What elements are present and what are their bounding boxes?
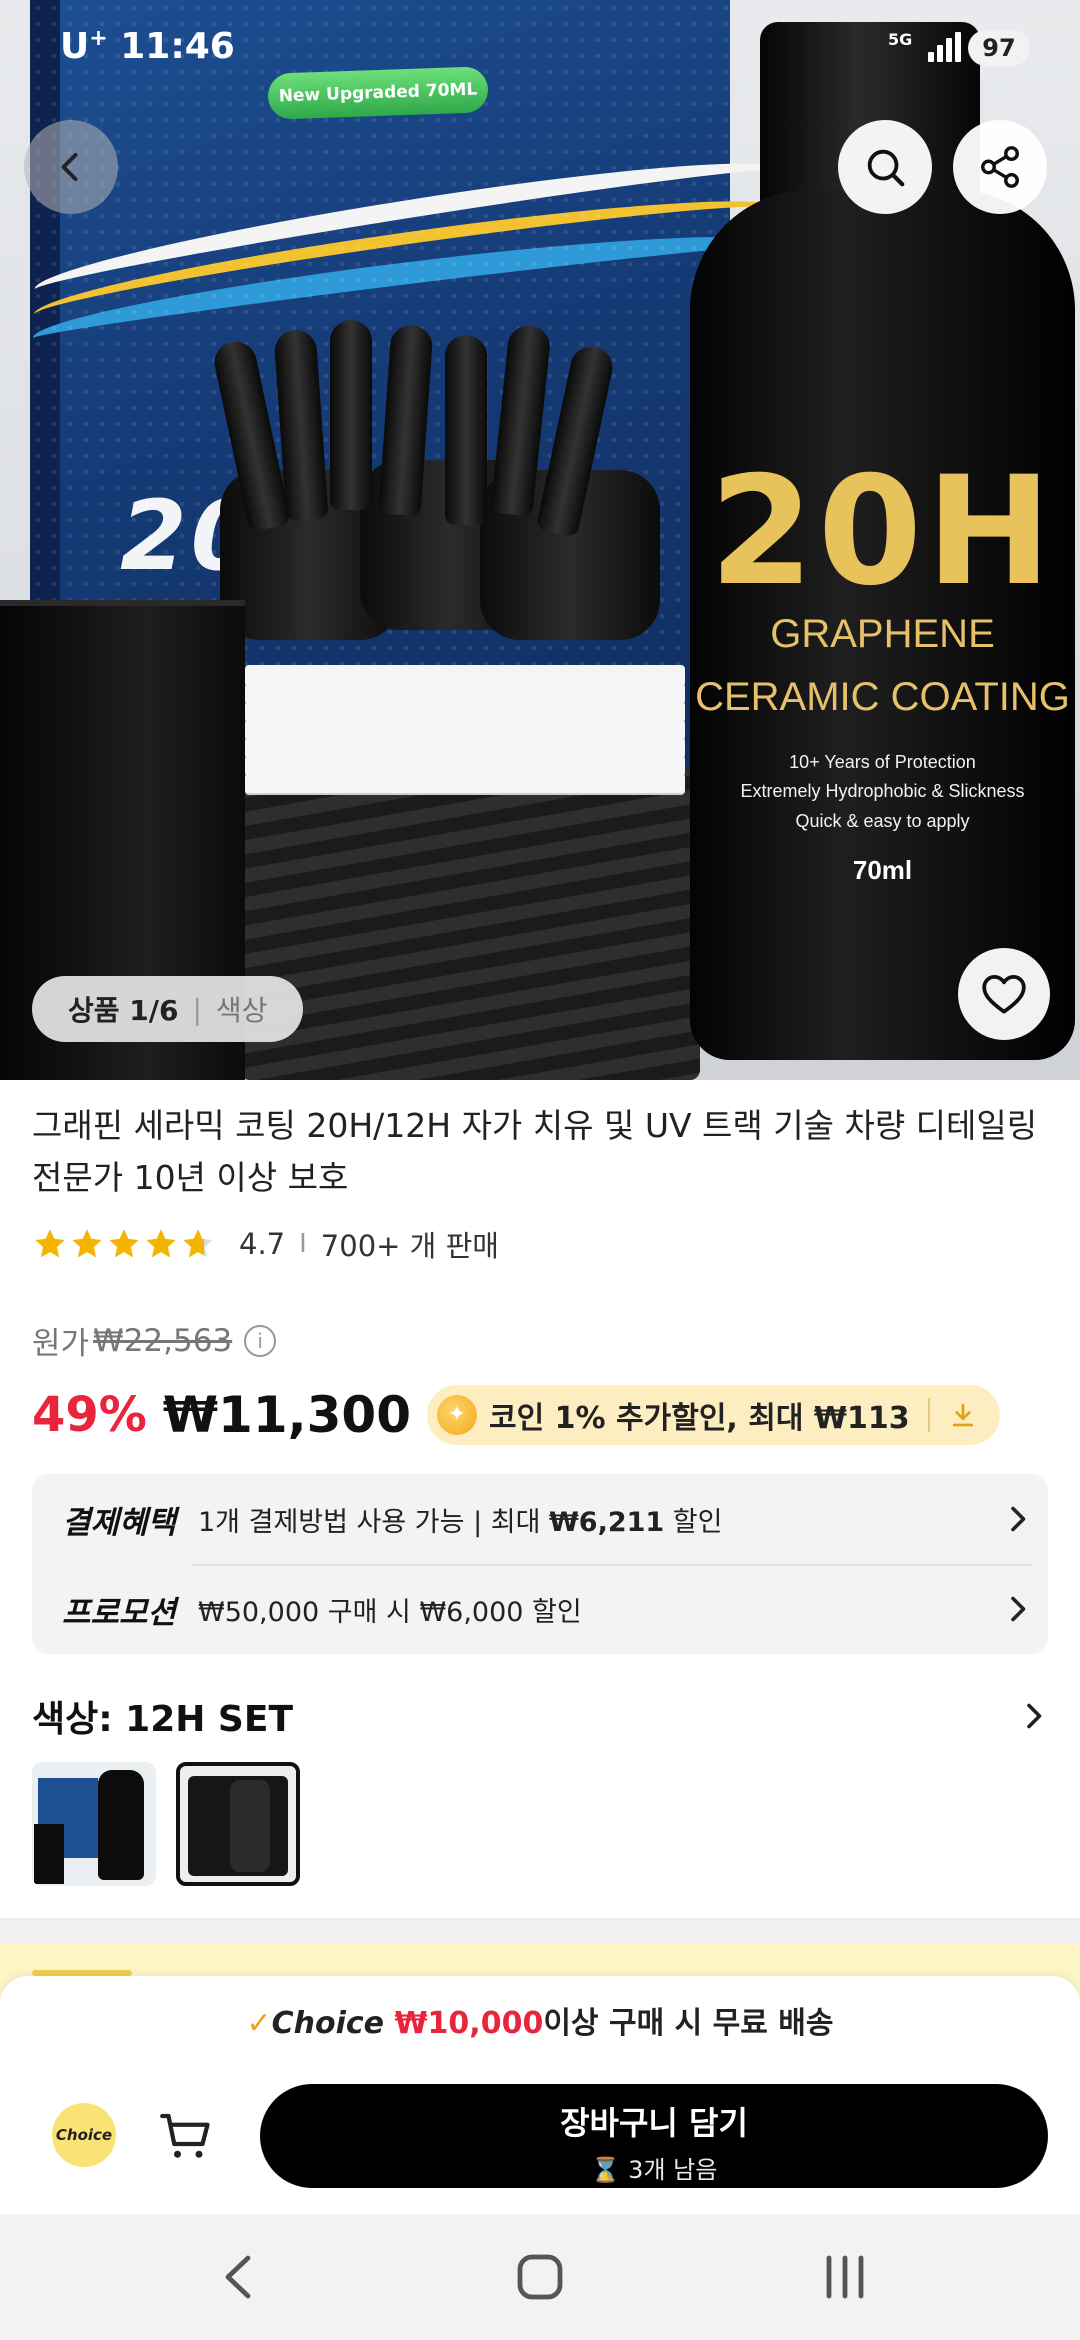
free-shipping-banner: ✓Choice ₩10,000이상 구매 시 무료 배송 [0, 1998, 1080, 2042]
choice-brand: Choice [271, 2006, 385, 2041]
nav-recent-icon[interactable] [815, 2252, 875, 2302]
original-price-row: 원가 ₩22,563 i [32, 1318, 277, 1363]
sale-price: ₩11,300 [162, 1386, 411, 1444]
discount-percent: 49% [32, 1387, 147, 1443]
download-icon [952, 1403, 973, 1427]
star-icon [183, 1229, 213, 1258]
star-icon [109, 1229, 139, 1258]
heart-icon [982, 975, 1026, 1014]
nav-home-icon[interactable] [510, 2252, 570, 2302]
back-button[interactable] [24, 120, 118, 214]
bottle-tag2: Extremely Hydrophobic & Slickness [740, 781, 1025, 801]
promotion-label: 프로모션 [62, 1594, 177, 1631]
network-indicator: 5G [888, 30, 913, 49]
free-shipping-text: 이상 구매 시 무료 배송 [543, 2006, 834, 2041]
price-row: 49% ₩11,300 ✦ 코인 1% 추가할인, 최대 ₩113 [32, 1380, 1000, 1450]
search-icon [867, 149, 905, 187]
payment-benefit-label: 결제혜택 [62, 1504, 177, 1541]
microfiber-towel-image [240, 770, 700, 1080]
star-icon [72, 1229, 102, 1258]
product-image-carousel[interactable]: 20H New Upgraded 70ML 20H [0, 0, 1080, 1080]
share-icon [981, 146, 1019, 188]
info-icon[interactable]: i [244, 1324, 277, 1357]
section-gap [0, 1918, 1080, 1944]
cloths-image [245, 665, 685, 815]
cart-icon[interactable] [156, 2106, 216, 2166]
product-title: 그래핀 세라믹 코팅 20H/12H 자가 치유 및 UV 트랙 기술 차량 디… [32, 1106, 1038, 1197]
promotion-text: ₩50,000 구매 시 ₩6,000 할인 [198, 1596, 582, 1628]
stock-left: ⌛ 3개 남음 [590, 2156, 718, 2184]
payment-benefit-row[interactable]: 결제혜택 1개 결제방법 사용 가능 | 최대 ₩6,211 할인 [62, 1484, 1032, 1554]
coin-icon: ✦ [437, 1395, 477, 1435]
original-price-label: 원가 [32, 1326, 90, 1362]
share-button[interactable] [953, 120, 1047, 214]
image-counter[interactable]: 상품 1/6 | 색상 [32, 976, 304, 1042]
coin-discount-text: 코인 1% 추가할인, 최대 ₩113 [489, 1401, 910, 1436]
payment-benefit-text: 1개 결제방법 사용 가능 | 최대 ₩6,211 할인 [198, 1506, 723, 1538]
star-icon [146, 1229, 176, 1258]
bottle-tag1: 10+ Years of Protection [789, 752, 976, 772]
image-counter-color: 색상 [215, 994, 268, 1027]
bottle-tag3: Quick & easy to apply [795, 811, 970, 831]
gloves-image [200, 320, 660, 650]
original-price: ₩22,563 [93, 1322, 233, 1359]
star-icon [35, 1229, 65, 1258]
divider [192, 1564, 1032, 1566]
battery-indicator: 97 [968, 30, 1030, 66]
color-option-12h-set[interactable] [176, 1762, 300, 1886]
choice-badge[interactable]: Choice [52, 2103, 116, 2167]
status-carrier: U+ 11:46 [60, 26, 235, 67]
product-page: 20H New Upgraded 70ML 20H [0, 0, 1080, 2340]
check-icon: ✓ [246, 2006, 272, 2041]
image-counter-current: 상품 1/6 [68, 994, 179, 1027]
color-title: 색상: 12H SET [32, 1699, 294, 1740]
bottle-line1: GRAPHENE [770, 612, 995, 656]
color-options [32, 1762, 320, 1886]
search-button[interactable] [838, 120, 932, 214]
status-bar: U+ 11:46 5G 97 [0, 0, 1080, 96]
status-time: 11:46 [120, 26, 235, 67]
bottle-line2: CERAMIC COATING [695, 675, 1070, 719]
wishlist-button[interactable] [958, 948, 1050, 1040]
chevron-right-icon [1011, 1596, 1026, 1622]
benefits-card: 결제혜택 1개 결제방법 사용 가능 | 최대 ₩6,211 할인 프로모션 ₩… [32, 1474, 1048, 1654]
add-to-cart-button[interactable]: 장바구니 담기 ⌛ 3개 남음 [260, 2084, 1048, 2188]
color-selector-row[interactable]: 색상: 12H SET [32, 1688, 1048, 1744]
rating-row[interactable]: 4.7 I 700+ 개 판매 [32, 1222, 499, 1266]
rating-stars [32, 1226, 217, 1262]
signal-icon [928, 32, 962, 62]
system-nav-bar [0, 2214, 1080, 2340]
rating-value: 4.7 [239, 1227, 286, 1261]
color-option-20h[interactable] [32, 1762, 156, 1886]
chevron-right-icon [1027, 1703, 1042, 1729]
free-shipping-threshold: ₩10,000 [394, 2006, 544, 2041]
coin-discount-pill[interactable]: ✦ 코인 1% 추가할인, 최대 ₩113 [427, 1385, 1000, 1445]
chevron-right-icon [1011, 1506, 1026, 1532]
sold-count: 700+ 개 판매 [320, 1229, 499, 1263]
back-icon [61, 153, 78, 181]
add-to-cart-label: 장바구니 담기 [560, 2104, 748, 2142]
bottle-model: 20H [709, 445, 1056, 619]
bottom-action-sheet: ✓Choice ₩10,000이상 구매 시 무료 배송 Choice 장바구니… [0, 1976, 1080, 2214]
nav-back-icon[interactable] [210, 2252, 270, 2302]
promotion-row[interactable]: 프로모션 ₩50,000 구매 시 ₩6,000 할인 [62, 1574, 1032, 1644]
bottle-volume: 70ml [852, 855, 913, 885]
